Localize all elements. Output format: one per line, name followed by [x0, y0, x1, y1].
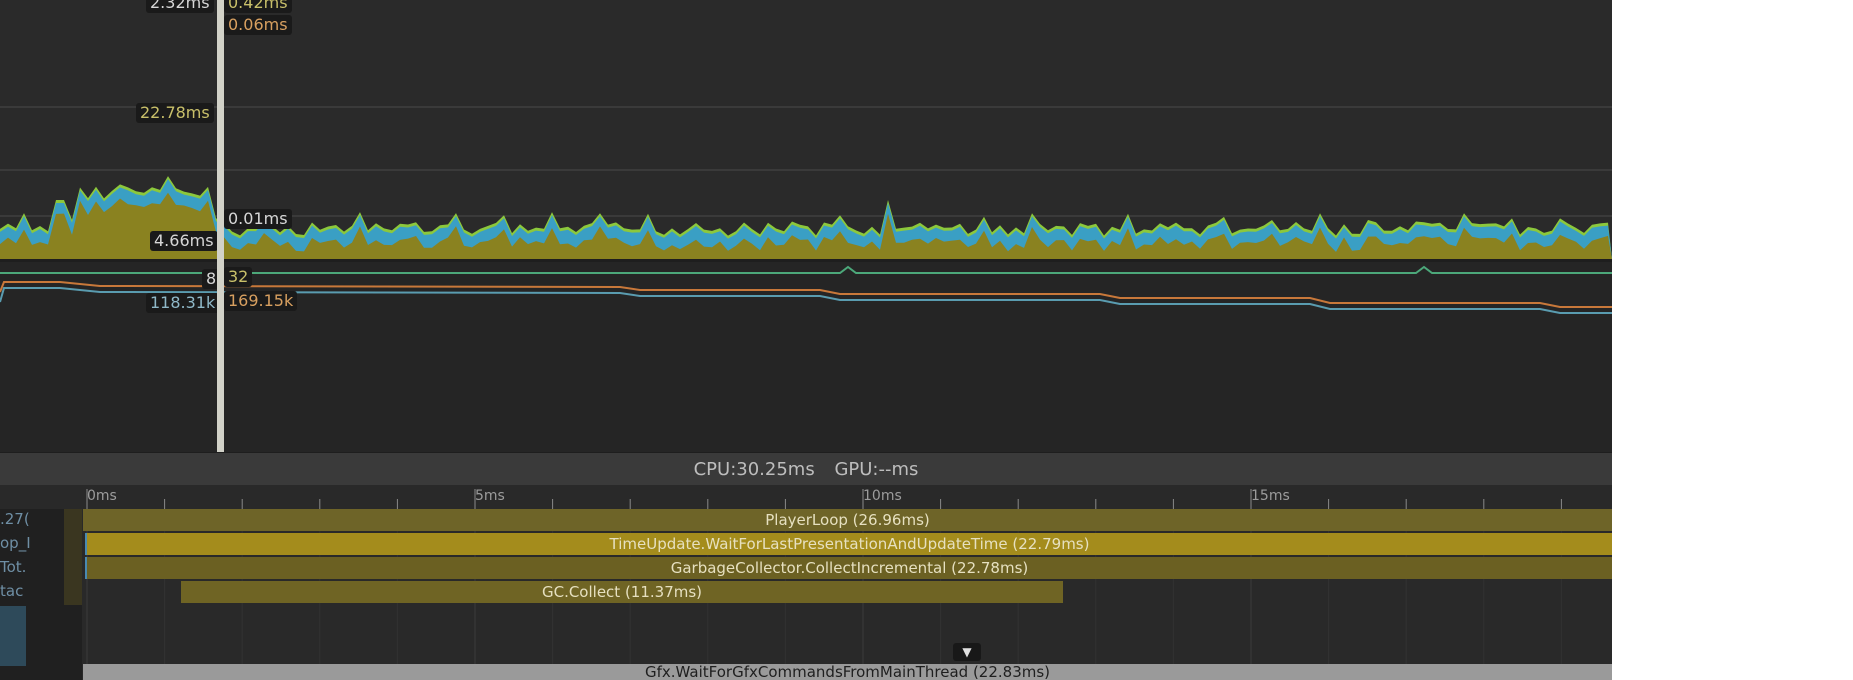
sidebar-label: .27(	[0, 510, 30, 528]
timeline-view[interactable]: 0ms 5ms 10ms 15ms .27( op_I Tot. tac Pla…	[0, 485, 1612, 680]
value-label: 0.42ms	[224, 0, 292, 13]
render-thread-bar-label: Gfx.WaitForGfxCommandsFromMainThread (22…	[644, 663, 1051, 680]
sample-bar-playerloop[interactable]: PlayerLoop (26.96ms)	[83, 509, 1612, 531]
expand-thread-button[interactable]: ▼	[953, 643, 981, 661]
sidebar-mini-bars	[64, 509, 82, 605]
tick-label: 0ms	[87, 488, 117, 504]
profiler-window: 2.32ms 0.42ms 0.06ms 22.78ms 0.01ms 4.66…	[0, 0, 1612, 680]
render-thread-bar[interactable]: Gfx.WaitForGfxCommandsFromMainThread (22…	[83, 663, 1612, 680]
value-label: 118.31k	[146, 293, 220, 313]
cpu-time-label: CPU:30.25ms	[693, 459, 815, 480]
sample-bar-gc-collect[interactable]: GC.Collect (11.37ms)	[181, 581, 1063, 603]
tick-label: 5ms	[475, 488, 505, 504]
value-label: 169.15k	[224, 291, 298, 311]
cpu-usage-chart[interactable]: 2.32ms 0.42ms 0.06ms 22.78ms 0.01ms 4.66…	[0, 0, 1612, 262]
value-label: 4.66ms	[150, 231, 218, 251]
gpu-time-label: GPU:--ms	[834, 459, 919, 480]
sidebar-label: Tot.	[0, 558, 27, 576]
value-label: 0.01ms	[224, 209, 292, 229]
frame-selection-line[interactable]	[217, 0, 224, 452]
sample-bar-garbagecollector[interactable]: GarbageCollector.CollectIncremental (22.…	[85, 557, 1612, 579]
thread-sidebar[interactable]: .27( op_I Tot. tac	[0, 509, 82, 680]
value-label: 32	[224, 267, 253, 287]
sidebar-color-strip	[0, 606, 26, 666]
value-label: 0.06ms	[224, 15, 292, 35]
sidebar-label: tac	[0, 582, 24, 600]
frame-status-bar: CPU:30.25ms GPU:--ms	[0, 452, 1612, 486]
sidebar-label: op_I	[0, 534, 31, 552]
tick-label: 15ms	[1251, 488, 1290, 504]
value-label: 22.78ms	[136, 103, 214, 123]
memory-chart[interactable]: 8 32 118.31k 169.15k	[0, 262, 1612, 454]
tick-label: 10ms	[863, 488, 902, 504]
sample-bar-timeupdate[interactable]: TimeUpdate.WaitForLastPresentationAndUpd…	[85, 533, 1612, 555]
empty-area	[1612, 0, 1853, 680]
chevron-down-icon: ▼	[962, 645, 972, 659]
value-label: 2.32ms	[146, 0, 214, 13]
ruler-ticks	[86, 489, 1562, 509]
time-ruler[interactable]: 0ms 5ms 10ms 15ms	[83, 485, 1612, 510]
